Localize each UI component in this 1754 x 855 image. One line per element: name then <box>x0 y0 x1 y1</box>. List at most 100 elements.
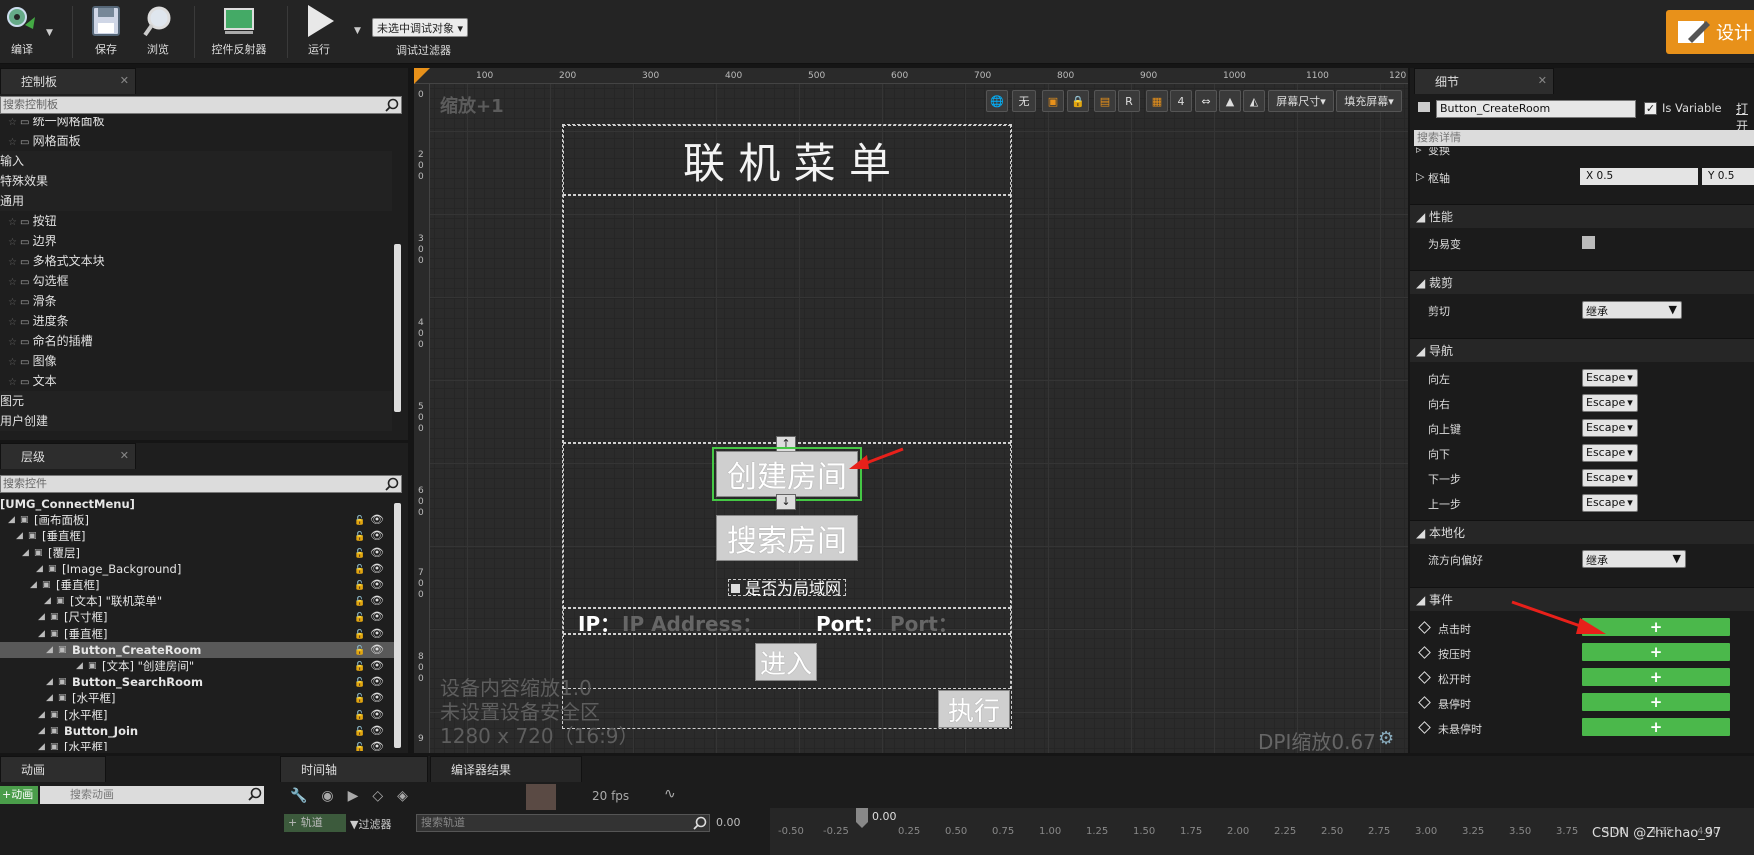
hierarchy-search-input[interactable]: 搜索控件 <box>0 475 402 493</box>
expand-arrow-icon[interactable]: ◢ <box>46 674 53 690</box>
expand-arrow-icon[interactable]: ◢ <box>38 626 45 642</box>
respect-locks-icon[interactable]: ▤ <box>1094 90 1116 112</box>
screen-size-dropdown[interactable]: 屏幕尺寸 ▾ <box>1268 90 1334 112</box>
create-room-button[interactable]: 创建房间 <box>716 451 858 497</box>
navigation-dropdown[interactable]: Escape ▾ <box>1582 494 1638 512</box>
expand-arrow-icon[interactable]: ◢ <box>46 642 53 658</box>
lock-icon[interactable]: 🔓 <box>354 643 365 659</box>
run-button[interactable]: 运行 <box>296 2 342 60</box>
hierarchy-row[interactable]: ◢ ▣ [尺寸框] 🔓 👁 <box>0 609 395 625</box>
fps-dropdown[interactable]: 20 fps <box>592 789 629 803</box>
localization-none-button[interactable]: 无 <box>1012 90 1036 112</box>
lock-icon[interactable]: 🔓 <box>354 562 365 578</box>
lock-icon[interactable]: 🔓 <box>354 708 365 724</box>
run-dropdown-icon[interactable]: ▼ <box>354 26 361 36</box>
palette-search-input[interactable]: 搜索控制板 <box>0 96 402 114</box>
close-icon[interactable]: ✕ <box>120 449 129 462</box>
widget-reflector-button[interactable]: 控件反射器 <box>204 2 274 60</box>
lan-checkbox[interactable]: 是否为局域网 <box>728 579 846 597</box>
lock-icon[interactable]: 🔒 <box>1067 90 1089 112</box>
palette-item[interactable]: ☆ ▭ 勾选框 <box>0 271 392 291</box>
add-event-button[interactable]: + <box>1582 693 1730 711</box>
dpi-preview-icon[interactable]: ⇔ <box>1195 90 1217 112</box>
search-room-button[interactable]: 搜索房间 <box>716 515 858 561</box>
palette-category[interactable]: 用户创建 <box>0 411 392 431</box>
favorite-star-icon[interactable]: ☆ <box>8 237 17 248</box>
visibility-eye-icon[interactable]: 👁 <box>370 739 384 751</box>
curve-icon[interactable]: ∿ <box>664 786 676 802</box>
performance-category[interactable]: ◢ 性能 <box>1410 204 1754 228</box>
filter-dropdown[interactable]: ▼过滤器 <box>350 816 391 832</box>
hierarchy-row[interactable]: ◢ ▣ Button_CreateRoom 🔓 👁 <box>0 641 395 659</box>
lock-icon[interactable]: 🔓 <box>354 513 365 529</box>
palette-item[interactable]: ☆ ▭ 滑条 <box>0 291 392 311</box>
hierarchy-row[interactable]: ◢ ▣ [Image_Background] 🔓 👁 <box>0 561 395 577</box>
hierarchy-row[interactable]: ◢ ▣ [垂直框] 🔓 👁 <box>0 626 395 642</box>
add-event-button[interactable]: + <box>1582 668 1730 686</box>
checkbox-icon[interactable] <box>731 584 740 593</box>
palette-category[interactable]: 通用 <box>0 191 392 211</box>
hierarchy-row[interactable]: ◢ ▣ [覆层] 🔓 👁 <box>0 545 395 561</box>
hierarchy-scrollbar[interactable] <box>394 503 401 748</box>
palette-category[interactable]: 图元 <box>0 391 392 411</box>
expand-arrow-icon[interactable]: ◢ <box>16 528 23 544</box>
hierarchy-row[interactable]: ◢ ▣ [垂直框] 🔓 👁 <box>0 528 395 544</box>
favorite-star-icon[interactable]: ☆ <box>8 257 17 268</box>
add-event-button[interactable]: + <box>1582 718 1730 736</box>
tab-animations[interactable]: 动画 <box>0 756 106 782</box>
palette-item[interactable]: ☆ ▭ 命名的插槽 <box>0 331 392 351</box>
hierarchy-row[interactable]: ◢ ▣ [文本] "创建房间" 🔓 👁 <box>0 658 395 674</box>
details-search-input[interactable]: 搜索详情 <box>1414 130 1754 146</box>
tab-timeline[interactable]: 时间轴 <box>280 756 428 782</box>
localization-category[interactable]: ◢ 本地化 <box>1410 520 1754 544</box>
debug-filter-dropdown[interactable]: 未选中调试对象 ▾ <box>372 18 469 37</box>
flip-icon[interactable]: ◭ <box>1243 90 1265 112</box>
tab-details[interactable]: 细节 ✕ <box>1414 68 1554 94</box>
designer-mode-button[interactable]: 设计 <box>1666 10 1754 54</box>
hierarchy-row[interactable]: [UMG_ConnectMenu] <box>0 496 395 512</box>
hierarchy-row[interactable]: ◢ ▣ [水平框] 🔓 👁 <box>0 690 395 706</box>
navigation-dropdown[interactable]: Escape ▾ <box>1582 469 1638 487</box>
palette-item[interactable]: ☆ ▭ 按钮 <box>0 211 392 231</box>
fill-screen-dropdown[interactable]: 填充屏幕 ▾ <box>1336 90 1402 112</box>
expand-arrow-icon[interactable]: ◢ <box>38 609 45 625</box>
pivot-x-input[interactable]: X 0.5 <box>1580 168 1698 185</box>
palette-item[interactable]: ☆ ▭ 多格式文本块 <box>0 251 392 271</box>
hierarchy-row[interactable]: ◢ ▣ [水平框] 🔓 👁 <box>0 739 395 751</box>
expand-arrow-icon[interactable]: ◢ <box>30 577 37 593</box>
lock-icon[interactable]: 🔓 <box>354 659 365 675</box>
lock-icon[interactable]: 🔓 <box>354 691 365 707</box>
lock-icon[interactable]: 🔓 <box>354 594 365 610</box>
expand-arrow-icon[interactable]: ◢ <box>46 690 53 706</box>
compile-dropdown-icon[interactable]: ▼ <box>46 28 53 38</box>
palette-scrollbar[interactable] <box>394 244 401 412</box>
palette-category[interactable]: 特殊效果 <box>0 171 392 191</box>
bounds-icon[interactable]: ▣ <box>1042 90 1064 112</box>
lock-icon[interactable]: 🔓 <box>354 675 365 691</box>
lock-icon[interactable]: 🔓 <box>354 546 365 562</box>
expand-arrow-icon[interactable]: ◢ <box>76 658 83 674</box>
close-icon[interactable]: ✕ <box>1538 74 1547 87</box>
expand-arrow-icon[interactable]: ◢ <box>38 707 45 723</box>
visibility-eye-icon[interactable]: 👁 <box>370 642 384 658</box>
expand-arrow-icon[interactable]: ◢ <box>38 739 45 751</box>
clipping-category[interactable]: ◢ 裁剪 <box>1410 270 1754 294</box>
grid-snap-icon[interactable]: ▦ <box>1146 90 1168 112</box>
tab-palette[interactable]: 控制板 ✕ <box>0 68 136 94</box>
expand-arrow-icon[interactable]: ◢ <box>36 561 43 577</box>
execute-button[interactable]: 执行 <box>938 690 1010 728</box>
expand-arrow-icon[interactable]: ◢ <box>22 545 29 561</box>
visibility-eye-icon[interactable]: 👁 <box>370 593 384 609</box>
ip-input[interactable]: IP Address： <box>622 608 762 637</box>
visibility-eye-icon[interactable]: 👁 <box>370 561 384 577</box>
favorite-star-icon[interactable]: ☆ <box>8 277 17 288</box>
favorite-star-icon[interactable]: ☆ <box>8 337 17 348</box>
volatile-checkbox[interactable] <box>1582 236 1595 249</box>
open-link[interactable]: 打开 <box>1736 100 1754 134</box>
expand-arrow-icon[interactable]: ◢ <box>38 723 45 739</box>
tab-hierarchy[interactable]: 层级 ✕ <box>0 443 136 469</box>
navigation-dropdown[interactable]: Escape ▾ <box>1582 419 1638 437</box>
visibility-eye-icon[interactable]: 👁 <box>370 723 384 739</box>
lock-icon[interactable]: 🔓 <box>354 740 365 751</box>
tab-compiler-results[interactable]: 编译器结果 <box>430 756 582 782</box>
